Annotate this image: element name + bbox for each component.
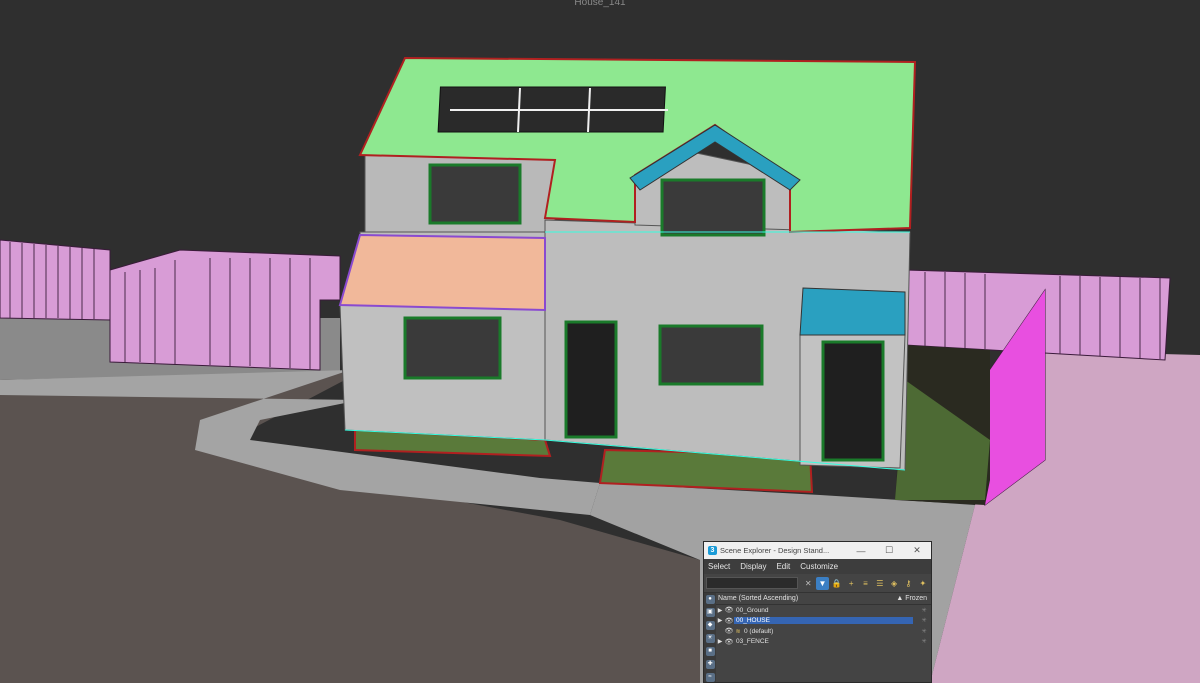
porch-roof (338, 233, 546, 312)
frozen-column-header[interactable]: ▲ Frozen (887, 595, 931, 602)
camera-icon[interactable]: ■ (705, 647, 715, 656)
hierarchy-icon[interactable]: ☰ (874, 577, 886, 590)
clear-filter-icon[interactable]: ✕ (802, 577, 814, 590)
menu-bar: Select Display Edit Customize (704, 559, 931, 574)
layer-row[interactable]: 👁 ≋ 0 (default) ✳ (716, 626, 931, 637)
layer-name[interactable]: 03_FENCE (734, 638, 917, 645)
maximize-button[interactable]: ☐ (875, 545, 903, 556)
layer-row[interactable]: ▶ 👁 00_Ground ✳ (716, 605, 931, 616)
layer-name[interactable]: 0 (default) (742, 628, 917, 635)
light-filter-icon[interactable]: ☀ (705, 634, 715, 643)
close-button[interactable]: ✕ (903, 545, 931, 556)
toolbar: ✕ ▼ 🔒 + ≡ ☰ ◈ ⚷ ✦ (704, 574, 931, 593)
menu-edit[interactable]: Edit (776, 562, 790, 571)
viewport-label: House_141 (574, 0, 626, 8)
layers-icon[interactable]: ◈ (888, 577, 900, 590)
sphere-icon[interactable]: ● (705, 595, 715, 604)
add-layer-icon[interactable]: + (845, 577, 857, 590)
eye-icon[interactable]: 👁 (724, 617, 734, 625)
layer-tree: Name (Sorted Ascending) ▲ Frozen ▶ 👁 00_… (716, 593, 931, 682)
layer-stack-icon[interactable]: ≡ (859, 577, 871, 590)
eye-icon[interactable]: 👁 (724, 606, 734, 614)
menu-display[interactable]: Display (740, 562, 766, 571)
expand-arrow-icon[interactable]: ▶ (716, 638, 724, 645)
3d-viewport[interactable]: House_141 (0, 0, 1200, 683)
spacewarp-icon[interactable]: ≈ (705, 673, 715, 682)
layer-row[interactable]: ▶ 👁 00_HOUSE ✳ (716, 616, 931, 627)
key-icon[interactable]: ⚷ (902, 577, 914, 590)
filter-icon[interactable]: ▼ (816, 576, 829, 590)
column-header[interactable]: Name (Sorted Ascending) ▲ Frozen (716, 593, 931, 605)
scene-explorer-titlebar[interactable]: 3 Scene Explorer - Design Stand... — ☐ ✕ (704, 542, 931, 559)
menu-customize[interactable]: Customize (800, 562, 838, 571)
eye-icon[interactable]: 👁 (724, 638, 734, 646)
freeze-icon[interactable]: ✳ (917, 638, 931, 645)
freeze-icon[interactable]: ✳ (917, 607, 931, 614)
name-column-header[interactable]: Name (Sorted Ascending) (718, 595, 887, 602)
freeze-icon[interactable]: ✳ (917, 628, 931, 635)
minimize-button[interactable]: — (847, 546, 875, 556)
expand-arrow-icon[interactable]: ▶ (716, 607, 724, 614)
freeze-icon[interactable]: ✳ (917, 617, 931, 624)
layer-name[interactable]: 00_HOUSE (734, 617, 913, 625)
layer-stack-icon: ≋ (735, 628, 741, 635)
app-icon: 3 (708, 546, 717, 555)
expand-arrow-icon[interactable]: ▶ (716, 617, 724, 624)
menu-select[interactable]: Select (708, 562, 730, 571)
window-title: Scene Explorer - Design Stand... (720, 546, 830, 555)
shape-icon[interactable]: ◆ (705, 621, 715, 630)
geometry-icon[interactable]: ▣ (705, 608, 715, 617)
layer-row[interactable]: ▶ 👁 03_FENCE ✳ (716, 637, 931, 648)
light-icon[interactable]: ✦ (917, 577, 929, 590)
search-input[interactable] (706, 577, 798, 589)
scene-explorer-window[interactable]: 3 Scene Explorer - Design Stand... — ☐ ✕… (703, 541, 932, 683)
layer-name[interactable]: 00_Ground (734, 607, 917, 614)
eye-icon[interactable]: 👁 (724, 627, 734, 635)
helper-icon[interactable]: ✚ (705, 660, 715, 669)
explorer-sidebar: ● ▣ ◆ ☀ ■ ✚ ≈ (704, 593, 716, 682)
lock-icon[interactable]: 🔒 (831, 577, 843, 590)
viewport-scene (0, 0, 1200, 683)
